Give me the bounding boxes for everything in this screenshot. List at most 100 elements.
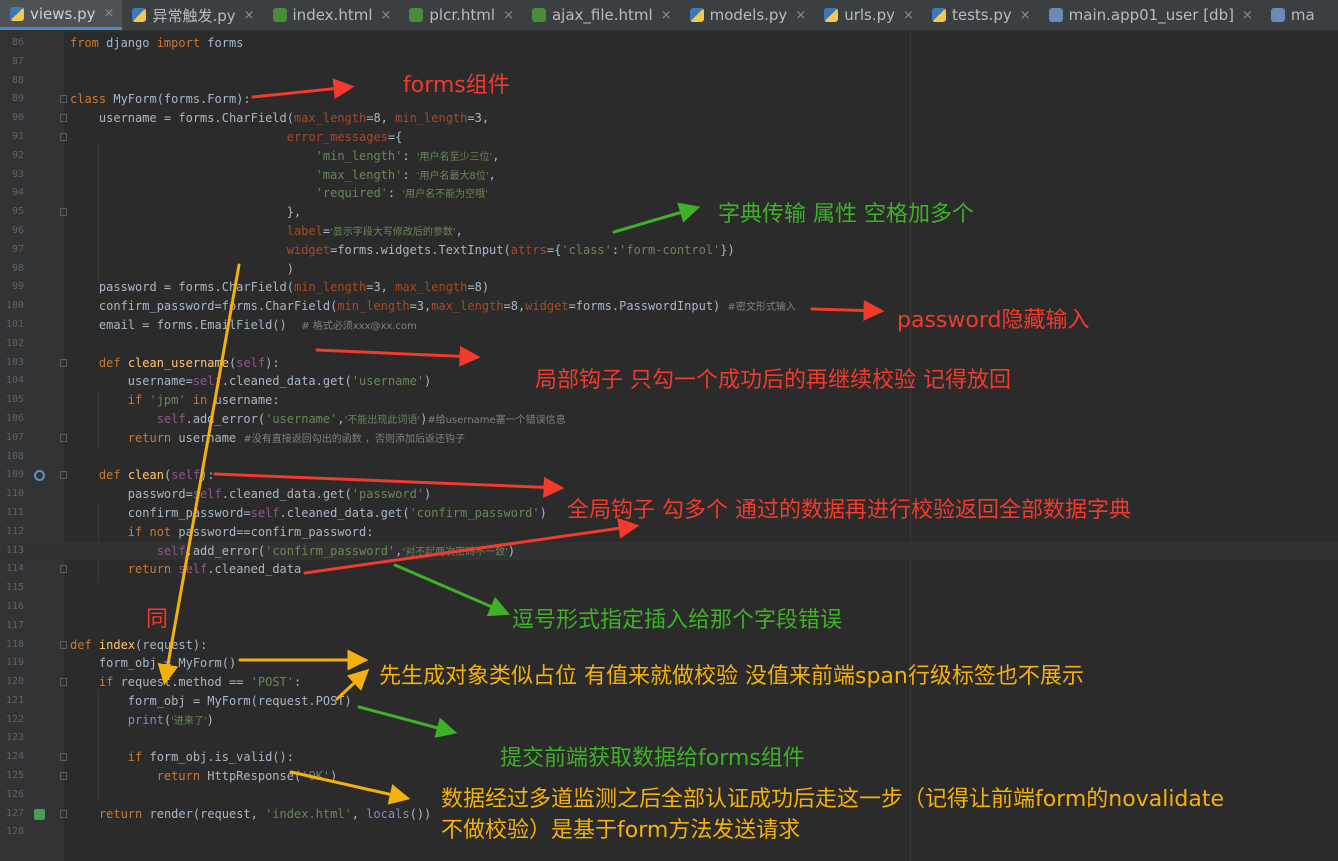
tab-main-app01-user-db-[interactable]: main.app01_user [db] × [1039, 0, 1261, 30]
fold-marker-icon[interactable] [60, 565, 67, 574]
tab-ajax-file-html[interactable]: ajax_file.html × [522, 0, 680, 30]
code-line[interactable]: 93 'max_length': '用户名最大8位', [0, 166, 1338, 185]
code-line[interactable]: 101 email = forms.EmailField() # 格式必须xxx… [0, 316, 1338, 335]
tab-label: models.py [709, 6, 788, 24]
code-line[interactable]: 88 [0, 72, 1338, 91]
code-token: 'POST' [250, 675, 294, 690]
code-token: def [98, 468, 121, 483]
code-token: 'password' [351, 487, 425, 502]
code-line[interactable]: 94 'required': '用户名不能为空哦' [0, 184, 1338, 203]
code-line[interactable]: 118 def index(request): [0, 636, 1338, 655]
code-line[interactable]: 98 ) [0, 260, 1338, 279]
code-line[interactable]: 102 [0, 335, 1338, 354]
code-text: }, [70, 203, 301, 222]
code-line[interactable]: 108 [0, 448, 1338, 467]
code-line[interactable]: 115 [0, 579, 1338, 598]
code-line[interactable]: 122 print('进来了') [0, 711, 1338, 730]
code-text: confirm_password=forms.CharField(min_len… [70, 297, 796, 318]
code-text: class MyForm(forms.Form): [70, 90, 251, 109]
line-number: 96 [11, 224, 24, 236]
close-tab-icon[interactable]: × [104, 6, 115, 21]
run-gutter-icon[interactable] [34, 808, 45, 820]
code-line[interactable]: 100 confirm_password=forms.CharField(min… [0, 297, 1338, 316]
line-number: 93 [11, 168, 24, 180]
code-line[interactable]: 99 password = forms.CharField(min_length… [0, 278, 1338, 297]
code-line[interactable]: 92 'min_length': '用户名至少三位', [0, 147, 1338, 166]
fold-marker-icon[interactable] [60, 772, 67, 781]
code-text: username=self.cleaned_data.get('username… [70, 372, 431, 391]
code-token: , [488, 167, 496, 182]
line-number: 95 [11, 206, 24, 218]
tab-ma[interactable]: ma [1261, 0, 1323, 30]
close-tab-icon[interactable]: × [661, 8, 672, 23]
fold-marker-icon[interactable] [60, 132, 67, 141]
code-line[interactable]: 113 self.add_error('confirm_password','对… [0, 541, 1338, 561]
tab-views-py[interactable]: views.py × [0, 0, 123, 30]
close-tab-icon[interactable]: × [903, 8, 914, 23]
tab--py[interactable]: 异常触发.py × [122, 0, 262, 30]
override-method-icon[interactable] [34, 470, 45, 482]
code-token: return [127, 562, 172, 577]
close-tab-icon[interactable]: × [1242, 8, 1253, 23]
code-token: 'confirm_password' [409, 505, 540, 520]
code-token: index [98, 637, 136, 652]
close-tab-icon[interactable]: × [503, 8, 514, 23]
tab-models-py[interactable]: models.py × [680, 0, 815, 30]
close-tab-icon[interactable]: × [795, 8, 806, 23]
code-line[interactable]: 121 form_obj = MyForm(request.POST) [0, 692, 1338, 711]
code-line[interactable]: 95 }, [0, 203, 1338, 222]
code-token: return [98, 806, 143, 821]
code-token: =8, [366, 111, 396, 126]
code-editor[interactable]: 86 from django import forms 87 88 89 class My… [0, 34, 1338, 842]
tab-tests-py[interactable]: tests.py × [922, 0, 1039, 30]
fold-marker-icon[interactable] [60, 640, 67, 649]
fold-marker-icon[interactable] [60, 471, 67, 480]
code-token: return [127, 430, 172, 445]
fold-marker-icon[interactable] [60, 433, 67, 442]
code-token: 'required' [315, 186, 388, 201]
code-token: : [402, 167, 417, 182]
tab-urls-py[interactable]: urls.py × [814, 0, 922, 30]
fold-marker-icon[interactable] [60, 114, 67, 123]
tab-index-html[interactable]: index.html × [263, 0, 400, 30]
code-token: : [402, 148, 417, 163]
code-line[interactable]: 109 def clean(self): [0, 466, 1338, 485]
tab-plcr-html[interactable]: plcr.html × [399, 0, 522, 30]
code-line[interactable]: 106 self.add_error('username','不能出现此词语')… [0, 410, 1338, 429]
code-text: if form_obj.is_valid(): [70, 748, 294, 767]
code-token: min_length [293, 280, 367, 295]
code-line[interactable]: 107 return username #没有直接返回勾出的函数 ，否则添加后返… [0, 429, 1338, 448]
code-text: def index(request): [70, 636, 207, 655]
close-tab-icon[interactable]: × [1020, 8, 1031, 23]
code-line[interactable]: 89 class MyForm(forms.Form): [0, 90, 1338, 109]
code-line[interactable]: 91 error_messages={ [0, 128, 1338, 147]
code-token: self [171, 468, 201, 483]
fold-marker-icon[interactable] [60, 358, 67, 367]
code-token: .cleaned_data.get( [279, 505, 410, 520]
code-line[interactable]: 114 return self.cleaned_data [0, 560, 1338, 579]
code-token: , [351, 806, 367, 821]
code-token: print [127, 712, 164, 727]
code-line[interactable]: 96 label='显示字段大写修改后的参数', [0, 222, 1338, 241]
code-line[interactable]: 87 [0, 53, 1338, 72]
code-token: in [192, 393, 208, 408]
close-tab-icon[interactable]: × [244, 8, 255, 23]
fold-marker-icon[interactable] [60, 753, 67, 762]
code-token: 'username' [265, 411, 338, 426]
code-token: attrs [510, 242, 547, 257]
code-line[interactable]: 90 username = forms.CharField(max_length… [0, 109, 1338, 128]
code-line[interactable]: 112 if not password==confirm_password: [0, 523, 1338, 542]
code-token: min_length [395, 111, 468, 126]
fold-marker-icon[interactable] [60, 809, 67, 818]
fold-marker-icon[interactable] [60, 678, 67, 687]
line-number: 128 [5, 826, 24, 838]
code-line[interactable]: 86 from django import forms [0, 34, 1338, 53]
fold-marker-icon[interactable] [60, 208, 67, 217]
code-line[interactable]: 97 widget=forms.widgets.TextInput(attrs=… [0, 241, 1338, 260]
fold-marker-icon[interactable] [60, 95, 67, 104]
line-number: 90 [11, 112, 24, 124]
close-tab-icon[interactable]: × [381, 8, 392, 23]
